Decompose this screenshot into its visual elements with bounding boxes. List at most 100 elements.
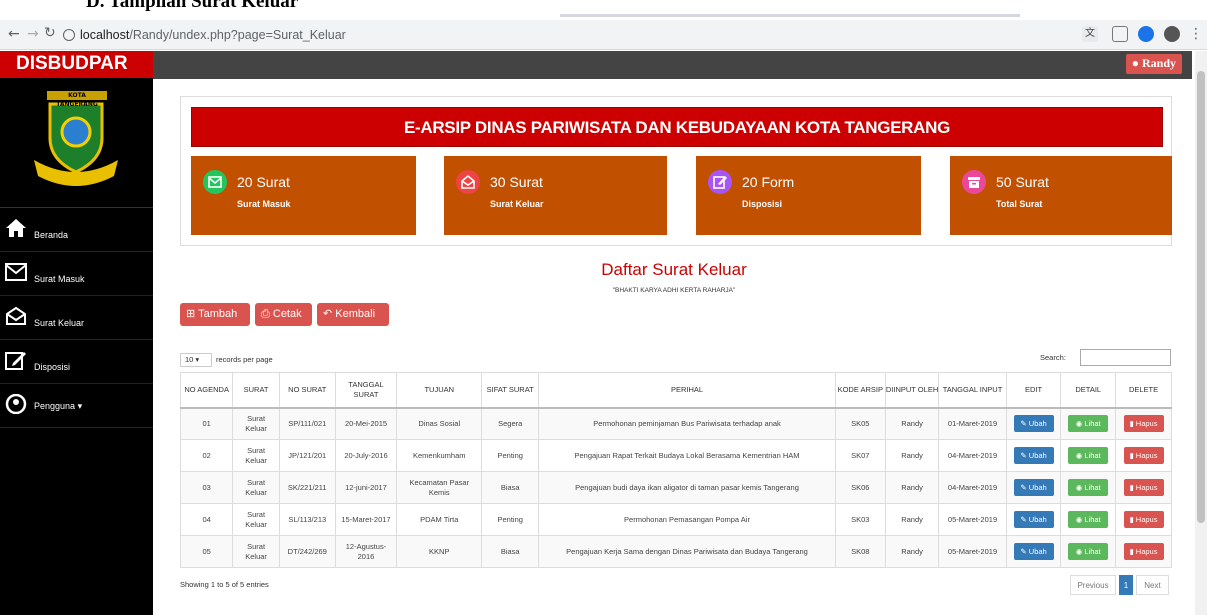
column-header[interactable]: EDIT [1005, 372, 1062, 409]
site-info-icon[interactable] [63, 29, 75, 41]
edit-label: Ubah [1028, 419, 1047, 429]
search-input[interactable] [1080, 349, 1171, 366]
delete-button[interactable]: ▮ Hapus [1123, 415, 1164, 433]
cell-sifat: Biasa [481, 535, 540, 568]
back-arrow-icon[interactable]: ← [8, 26, 20, 42]
cell-no-surat: SL/113/213 [278, 503, 336, 536]
print-button[interactable]: ⎙ Cetak [255, 303, 312, 326]
stat-card-surat-keluar[interactable]: 30 Surat Surat Keluar [444, 156, 667, 235]
trash-icon: ▮ [1129, 483, 1134, 492]
profile-avatar[interactable] [1164, 26, 1180, 42]
scrollbar[interactable] [1195, 51, 1207, 615]
page-number-button[interactable]: 1 [1119, 575, 1133, 595]
eye-icon: ◉ [1075, 547, 1083, 556]
next-page-button[interactable]: Next [1136, 575, 1169, 595]
sidebar: DISBUDPAR KOTA TANGERANG Beranda Surat M… [0, 51, 153, 615]
top-navbar: ● Randy [153, 51, 1192, 79]
brand[interactable]: DISBUDPAR [0, 51, 153, 78]
column-header[interactable]: SIFAT SURAT [481, 372, 540, 409]
sidebar-item-surat-masuk[interactable]: Surat Masuk [0, 252, 153, 296]
cell-surat: Surat Keluar [232, 471, 280, 504]
detail-button[interactable]: ◉ Lihat [1068, 479, 1109, 496]
chevron-down-icon: ▾ [77, 401, 83, 411]
stat-card-total-surat[interactable]: 50 Surat Total Surat [950, 156, 1172, 235]
dashboard-panel: E-ARSIP DINAS PARIWISATA DAN KEBUDAYAAN … [180, 96, 1172, 246]
browser-toolbar: ← → ↻ localhost/Randy/undex.php?page=Sur… [0, 20, 1207, 50]
cell-oleh: Randy [884, 535, 940, 568]
extension-icon[interactable] [1138, 26, 1154, 42]
edit-button[interactable]: ✎ Ubah [1013, 415, 1054, 433]
delete-label: Hapus [1135, 547, 1158, 556]
surat-keluar-table: NO AGENDA SURAT NO SURAT TANGGAL SURAT T… [179, 372, 1172, 568]
table-header-row: NO AGENDA SURAT NO SURAT TANGGAL SURAT T… [179, 372, 1172, 409]
detail-button[interactable]: ◉ Lihat [1068, 543, 1109, 560]
user-menu-button[interactable]: ● Randy [1125, 54, 1182, 74]
edit-button[interactable]: ✎ Ubah [1013, 511, 1054, 528]
edit-button[interactable]: ✎ Ubah [1013, 543, 1054, 560]
column-header[interactable]: PERIHAL [538, 372, 836, 409]
sidebar-item-beranda[interactable]: Beranda [0, 208, 153, 252]
user-icon: ● [1131, 56, 1139, 70]
edit-icon [5, 352, 26, 370]
column-header[interactable]: TANGGAL INPUT [938, 372, 1007, 409]
eye-icon: ◉ [1075, 483, 1083, 492]
page-subtitle: "BHAKTI KARYA ADHI KERTA RAHARJA" [612, 287, 736, 294]
screenshot-icon[interactable] [1112, 26, 1128, 42]
delete-button[interactable]: ▮ Hapus [1123, 479, 1164, 496]
city-logo: KOTA TANGERANG [0, 78, 153, 208]
previous-page-button[interactable]: Previous [1070, 575, 1116, 595]
scrollbar-thumb[interactable] [1197, 71, 1205, 523]
records-label: records per page [216, 355, 273, 364]
cell-sifat: Segera [481, 407, 540, 440]
edit-icon: ✎ [1020, 515, 1027, 524]
column-header[interactable]: DELETE [1115, 372, 1172, 409]
column-header[interactable]: NO SURAT [278, 372, 336, 409]
detail-label: Lihat [1084, 419, 1101, 429]
column-header[interactable]: DETAIL [1060, 372, 1117, 409]
delete-label: Hapus [1135, 515, 1158, 524]
sidebar-item-label: Pengguna [34, 401, 76, 411]
cell-input: 05-Maret-2019 [938, 503, 1007, 536]
delete-button[interactable]: ▮ Hapus [1123, 447, 1164, 464]
user-circle-icon [5, 394, 27, 414]
sidebar-item-surat-keluar[interactable]: Surat Keluar [0, 296, 153, 340]
column-header[interactable]: KODE ARSIP [834, 372, 886, 409]
detail-button[interactable]: ◉ Lihat [1068, 415, 1109, 433]
sidebar-item-disposisi[interactable]: Disposisi [0, 340, 153, 384]
column-header[interactable]: SURAT [232, 372, 280, 409]
column-header[interactable]: NO AGENDA [179, 372, 234, 409]
coat-of-arms-icon [34, 102, 118, 186]
back-button[interactable]: ↶ Kembali [317, 303, 389, 326]
edit-button[interactable]: ✎ Ubah [1013, 447, 1054, 464]
trash-icon: ▮ [1129, 547, 1134, 556]
delete-button[interactable]: ▮ Hapus [1123, 543, 1164, 560]
edit-button[interactable]: ✎ Ubah [1013, 479, 1054, 496]
column-header[interactable]: TANGGAL SURAT [334, 372, 398, 409]
sidebar-item-pengguna[interactable]: Pengguna ▾ [0, 384, 153, 428]
menu-dots-icon[interactable]: ⋮ [1188, 26, 1204, 42]
detail-button[interactable]: ◉ Lihat [1068, 447, 1109, 464]
add-button[interactable]: ⊞ Tambah [180, 303, 250, 326]
page-size-select[interactable]: 10 ▾ [180, 353, 212, 367]
detail-button[interactable]: ◉ Lihat [1068, 511, 1109, 528]
page-size-control: 10 ▾ records per page [180, 353, 273, 367]
translate-icon[interactable]: 文 [1082, 26, 1098, 42]
stat-card-disposisi[interactable]: 20 Form Disposisi [696, 156, 921, 235]
cell-no: 03 [179, 471, 234, 504]
cell-tanggal: 12-juni-2017 [334, 471, 398, 504]
detail-label: Lihat [1084, 515, 1101, 524]
trash-icon: ▮ [1129, 451, 1134, 460]
home-icon [6, 219, 26, 237]
address-bar[interactable]: localhost/Randy/undex.php?page=Surat_Kel… [58, 25, 1088, 46]
forward-arrow-icon[interactable]: → [27, 26, 39, 42]
eye-icon: ◉ [1075, 451, 1083, 460]
plus-square-icon: ⊞ [186, 308, 196, 320]
column-header[interactable]: TUJUAN [396, 372, 483, 409]
cell-oleh: Randy [884, 503, 940, 536]
cell-tujuan: Kemenkumham [396, 439, 483, 472]
edit-label: Ubah [1028, 451, 1047, 460]
column-header[interactable]: DIINPUT OLEH [884, 372, 940, 409]
stat-card-surat-masuk[interactable]: 20 Surat Surat Masuk [191, 156, 416, 235]
delete-button[interactable]: ▮ Hapus [1123, 511, 1164, 528]
reload-icon[interactable]: ↻ [44, 25, 56, 41]
